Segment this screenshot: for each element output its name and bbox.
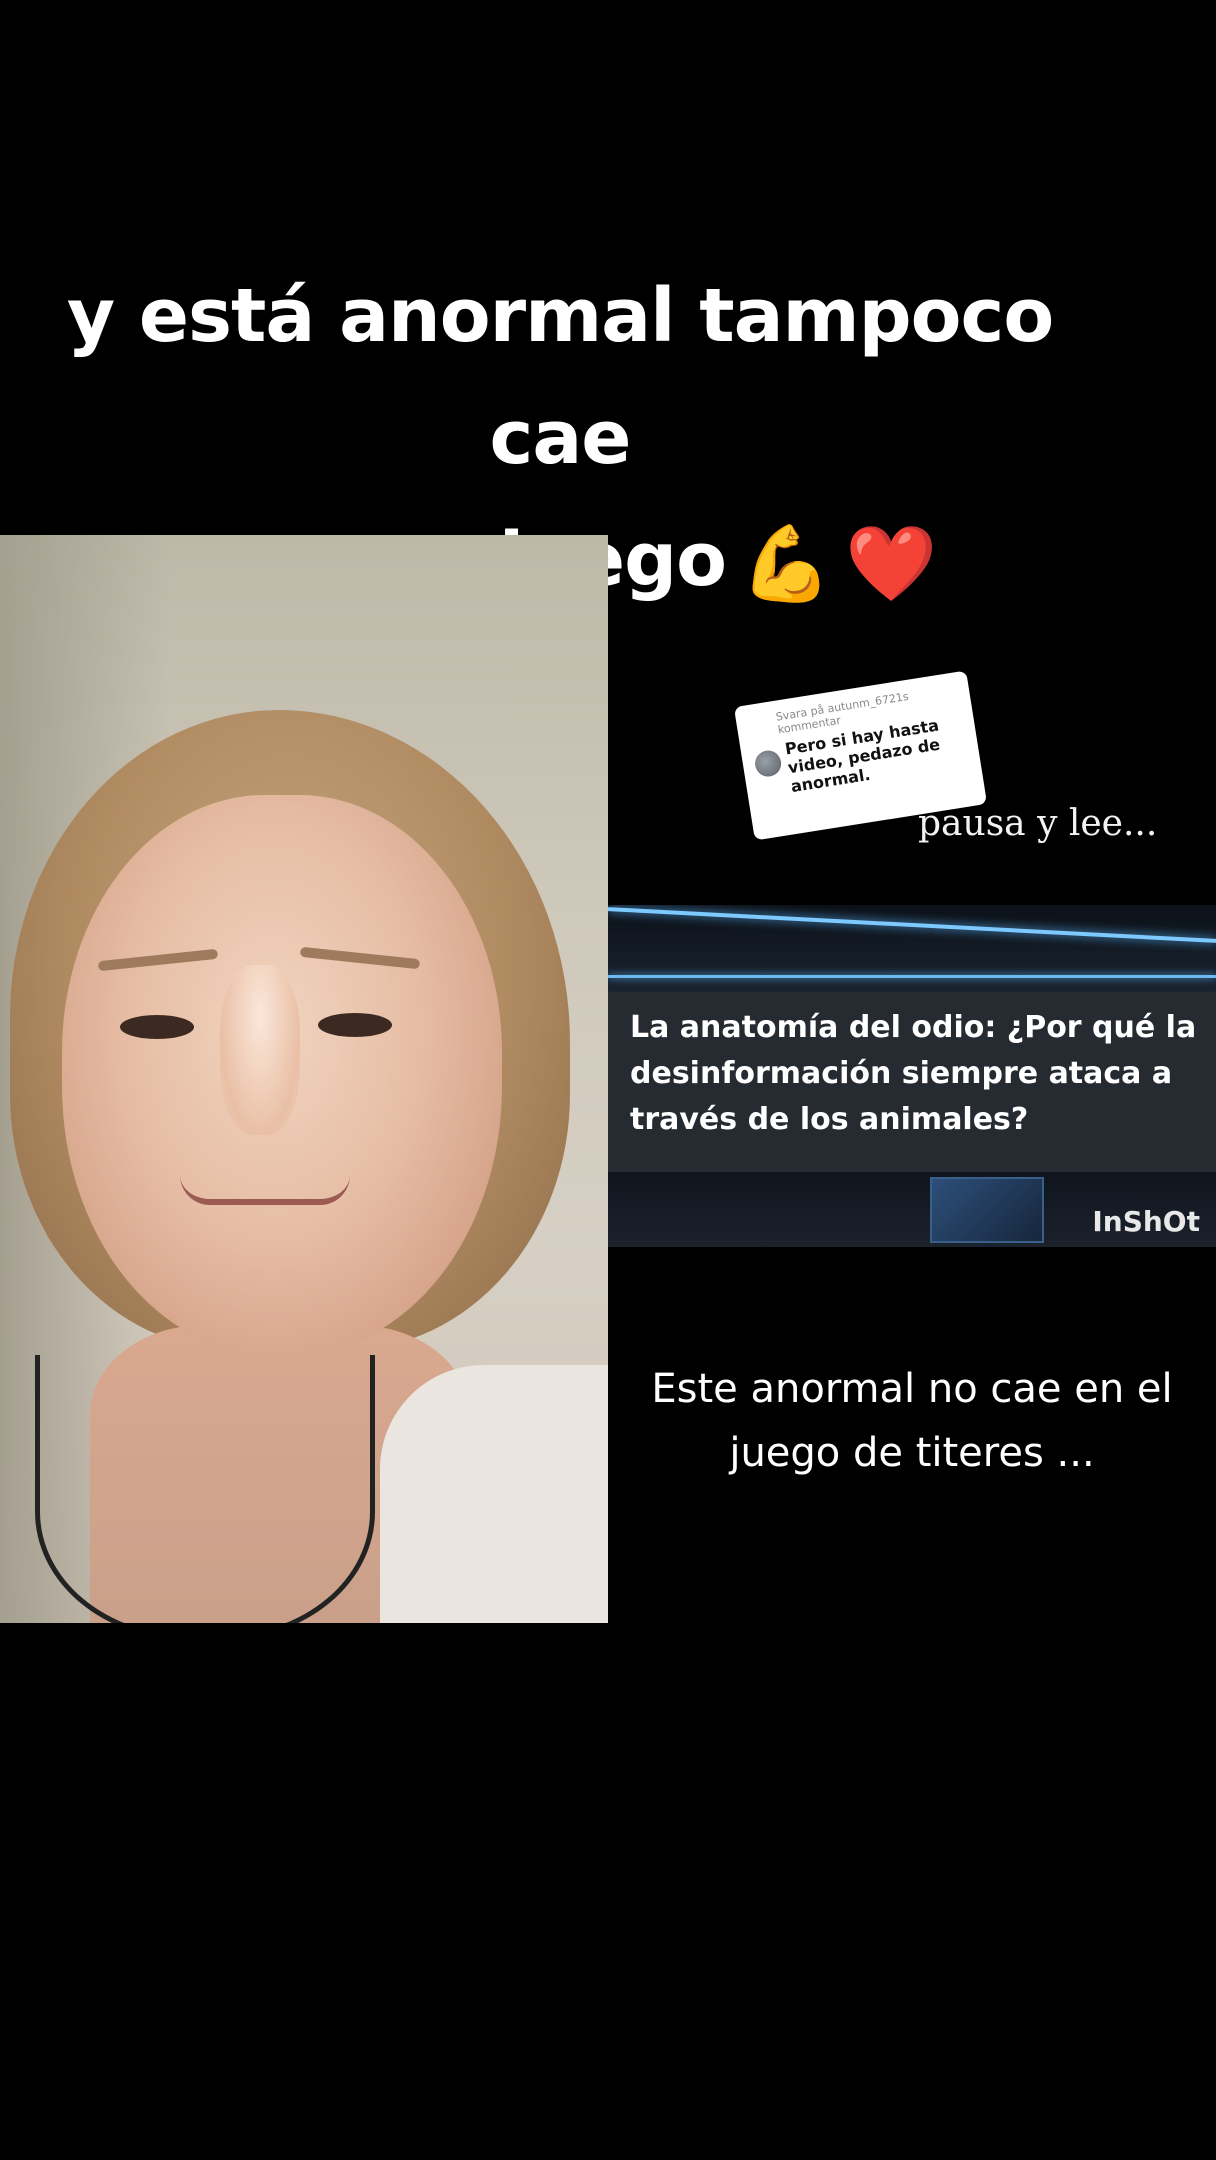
studio-background	[608, 905, 1216, 995]
mouth	[180, 1175, 350, 1205]
nose	[220, 965, 300, 1135]
neon-light	[608, 975, 1216, 978]
studio-screen	[930, 1177, 1044, 1243]
bottom-caption: Este anormal no cae en el juego de titer…	[651, 1366, 1173, 1476]
necklace	[35, 1355, 375, 1623]
flexed-biceps-icon: 💪	[739, 521, 832, 608]
right-eye	[318, 1013, 392, 1037]
inshot-watermark: InShOt	[1092, 1205, 1200, 1238]
news-headline: La anatomía del odio: ¿Por qué la desinf…	[630, 1010, 1197, 1137]
red-heart-icon: ❤️	[845, 521, 937, 608]
news-clip-panel: La anatomía del odio: ¿Por qué la desinf…	[608, 905, 1216, 1247]
commenter-avatar	[753, 748, 783, 779]
left-eye	[120, 1015, 194, 1039]
shirt	[380, 1365, 608, 1623]
selfie-video-panel	[0, 535, 608, 1623]
pausa-label: pausa y lee...	[918, 803, 1158, 844]
caption-line-1: y está anormal tampoco cae	[66, 273, 1054, 481]
